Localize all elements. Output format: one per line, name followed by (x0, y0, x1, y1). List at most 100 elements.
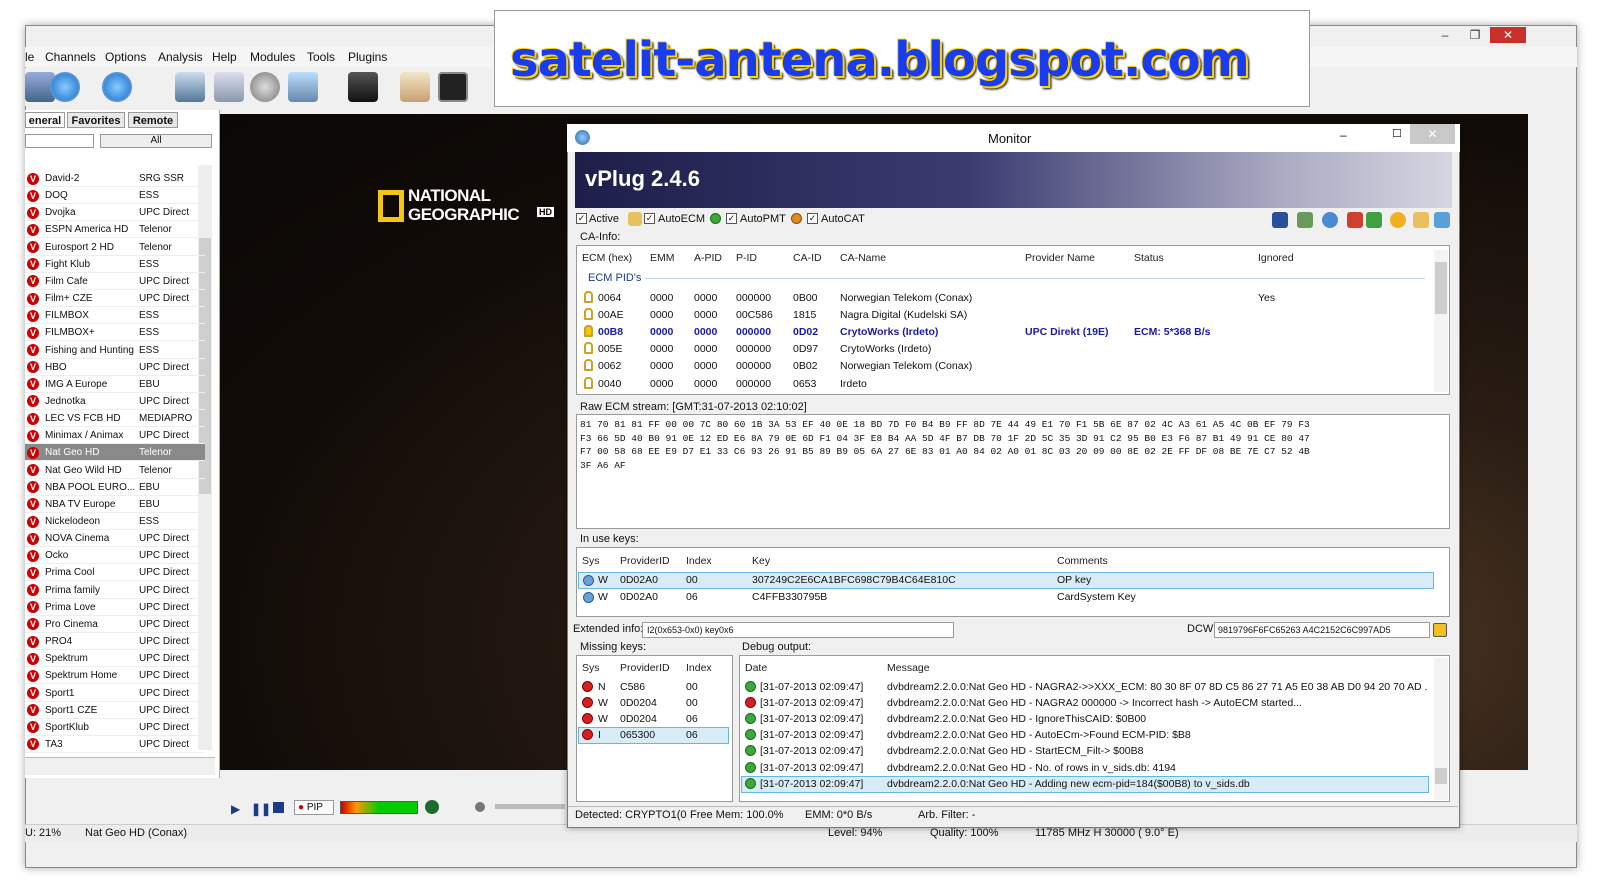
monitor-close-button[interactable]: ✕ (1410, 124, 1455, 144)
channel-row[interactable]: V ESPN America HD Telenor (25, 221, 205, 239)
channel-row[interactable]: V PRO4 UPC Direct (25, 633, 205, 651)
red-key-icon[interactable] (1347, 212, 1363, 228)
menu-modules[interactable]: Modules (250, 50, 295, 64)
ca-column-header[interactable]: ECM (hex) (582, 252, 632, 264)
ca-column-header[interactable]: Ignored (1258, 252, 1294, 264)
channel-row[interactable]: V NOVA Cinema UPC Direct (25, 530, 205, 548)
channel-row[interactable]: V David-2 SRG SSR (25, 170, 205, 187)
channel-row[interactable]: V Nat Geo Wild HD Telenor (25, 462, 205, 479)
ca-column-header[interactable]: Provider Name (1025, 252, 1095, 264)
menu-tools[interactable]: Tools (307, 50, 335, 64)
ca-column-header[interactable]: CA-Name (840, 252, 886, 264)
menu-channels[interactable]: Channels (45, 50, 96, 64)
refresh-icon[interactable] (1322, 212, 1338, 228)
pause-icon[interactable]: ❚❚ (251, 802, 271, 816)
debug-column-header[interactable]: Date (745, 662, 767, 674)
channel-row[interactable]: V Jednotka UPC Direct (25, 393, 205, 410)
channel-row[interactable]: V Eurosport 2 HD Telenor (25, 239, 205, 256)
ca-row[interactable] (578, 340, 1323, 357)
channel-row[interactable]: V FILMBOX+ ESS (25, 324, 205, 342)
channel-row[interactable]: V HBO UPC Direct (25, 359, 205, 376)
channel-row[interactable]: V IMG A Europe EBU (25, 376, 205, 393)
ca-column-header[interactable]: A-PID (694, 252, 722, 264)
channel-row[interactable]: V NBA POOL EURO... EBU (25, 479, 205, 496)
search-input[interactable] (25, 134, 94, 148)
channel-row[interactable]: V Ocko UPC Direct (25, 547, 205, 565)
menu-file[interactable]: le (25, 50, 34, 64)
channel-row[interactable]: V Dvojka UPC Direct (25, 204, 205, 222)
missing-column-header[interactable]: Index (686, 662, 712, 674)
save-icon[interactable] (1272, 212, 1288, 228)
star-icon[interactable] (1390, 212, 1406, 228)
globe-icon[interactable] (425, 800, 439, 814)
tools-icon[interactable] (1297, 212, 1313, 228)
settings-icon[interactable] (288, 72, 318, 102)
record-icon[interactable] (400, 72, 430, 102)
menu-help[interactable]: Help (212, 50, 237, 64)
key-column-header[interactable]: ProviderID (620, 555, 670, 567)
ca-row[interactable] (578, 323, 1323, 340)
channel-row[interactable]: V Spektrum Home UPC Direct (25, 667, 205, 685)
channel-row[interactable]: V DOQ ESS (25, 187, 205, 205)
channel-row[interactable]: V Prima family UPC Direct (25, 582, 205, 599)
autocat-checkbox[interactable]: ✓ (807, 213, 818, 224)
channel-row[interactable]: V FILMBOX ESS (25, 307, 205, 325)
extended-info-field[interactable]: I2(0x653-0x0) key0x6 (642, 622, 954, 638)
database-small-icon[interactable] (1434, 212, 1450, 228)
active-checkbox[interactable]: ✓ (576, 213, 587, 224)
ca-column-header[interactable]: Status (1134, 252, 1164, 264)
volume-icon[interactable] (475, 802, 485, 812)
channel-row[interactable]: V TA3 UPC Direct (25, 736, 205, 753)
autopmt-checkbox[interactable]: ✓ (726, 213, 737, 224)
stop-icon[interactable] (273, 802, 284, 813)
key-icon[interactable] (1413, 212, 1429, 228)
key-row-selected[interactable] (578, 572, 1434, 589)
autoecm-checkbox[interactable]: ✓ (644, 213, 655, 224)
back-icon[interactable] (50, 72, 80, 102)
channel-row[interactable]: V Spektrum UPC Direct (25, 650, 205, 668)
ca-scroll-thumb[interactable] (1435, 262, 1447, 314)
channel-row[interactable]: V Prima Cool UPC Direct (25, 564, 205, 582)
ca-column-header[interactable]: EMM (650, 252, 675, 264)
missing-column-header[interactable]: ProviderID (620, 662, 670, 674)
filter-select[interactable]: All (100, 134, 212, 148)
monitor-maximize-button[interactable]: ☐ (1392, 127, 1402, 140)
channel-row[interactable]: V Pro Cinema UPC Direct (25, 616, 205, 633)
menu-analysis[interactable]: Analysis (158, 50, 203, 64)
ca-column-header[interactable]: CA-ID (793, 252, 822, 264)
volume-slider[interactable] (495, 804, 565, 809)
channel-row[interactable]: V NBA TV Europe EBU (25, 496, 205, 513)
dcw-field[interactable]: 9819796F6FC65263 A4C2152C6C997AD5 (1214, 622, 1430, 638)
monitor-minimize-button[interactable]: – (1340, 128, 1347, 142)
missing-column-header[interactable]: Sys (582, 662, 600, 674)
close-button[interactable]: ✕ (1490, 27, 1526, 43)
radiation-icon[interactable] (1433, 623, 1447, 637)
ca-row[interactable] (578, 375, 1323, 392)
channel-row[interactable]: V Fight Klub ESS (25, 256, 205, 273)
key-column-header[interactable]: Index (686, 555, 712, 567)
menu-plugins[interactable]: Plugins (348, 50, 387, 64)
pip-button[interactable]: ● PIP (294, 800, 334, 815)
tab-favorites[interactable]: Favorites (67, 112, 125, 128)
channel-row[interactable]: V Film+ CZE UPC Direct (25, 290, 205, 308)
tab-general[interactable]: eneral (25, 112, 65, 128)
debug-column-header[interactable]: Message (887, 662, 930, 674)
r-icon[interactable] (438, 72, 468, 102)
gear-icon[interactable] (250, 72, 280, 102)
channel-row[interactable]: V Fishing and Hunting ESS (25, 342, 205, 359)
channel-row[interactable]: V Prima Love UPC Direct (25, 599, 205, 616)
maximize-button[interactable]: ❐ (1460, 27, 1490, 43)
epg-icon[interactable] (214, 72, 244, 102)
play-icon[interactable]: ▶ (231, 802, 240, 816)
key-row[interactable] (578, 589, 1434, 606)
key-column-header[interactable]: Comments (1057, 555, 1108, 567)
channel-row[interactable]: V Film Cafe UPC Direct (25, 273, 205, 290)
channel-row[interactable]: V Sport1 UPC Direct (25, 685, 205, 702)
key-column-header[interactable]: Sys (582, 555, 600, 567)
debug-scroll-thumb[interactable] (1435, 768, 1447, 784)
channel-row[interactable]: V Nickelodeon ESS (25, 513, 205, 530)
ca-column-header[interactable]: P-ID (736, 252, 757, 264)
channel-row[interactable]: V Nat Geo HD Telenor (25, 444, 205, 462)
channel-row[interactable]: V LEC VS FCB HD MEDIAPRO (25, 410, 205, 428)
tab-remote[interactable]: Remote (128, 112, 178, 128)
